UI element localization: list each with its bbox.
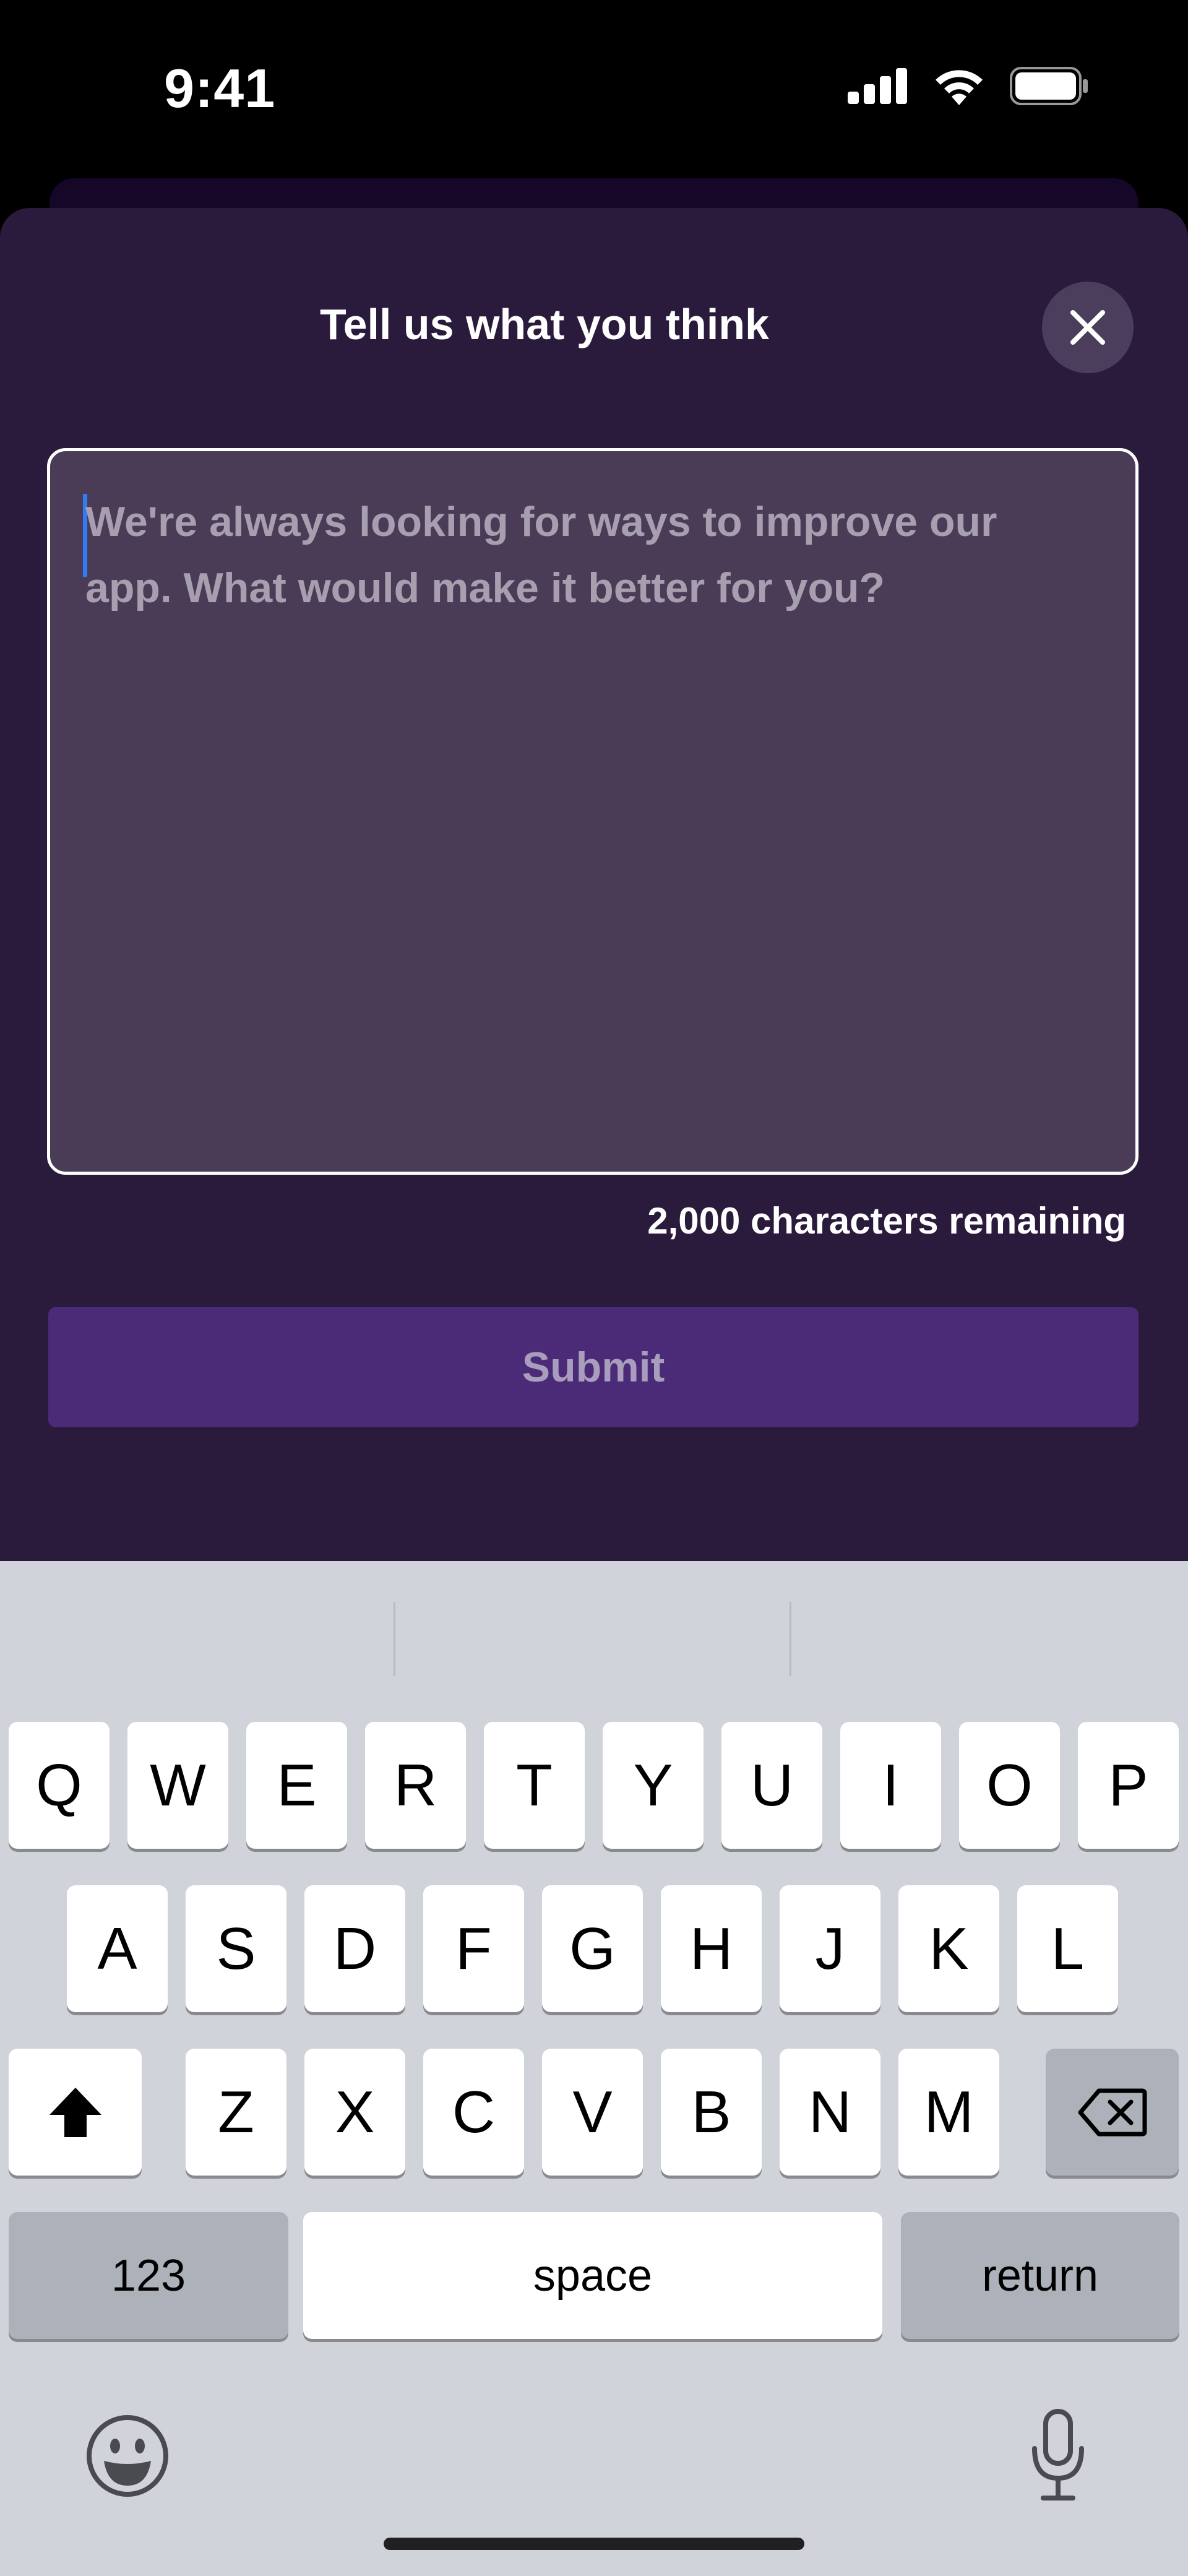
battery-icon	[1010, 67, 1088, 105]
submit-button[interactable]: Submit	[48, 1307, 1138, 1427]
key-j[interactable]: J	[780, 1885, 880, 2012]
sheet-title: Tell us what you think	[320, 300, 769, 348]
key-p[interactable]: P	[1078, 1722, 1179, 1849]
wifi-icon	[936, 70, 983, 105]
close-icon	[1070, 310, 1105, 345]
key-x[interactable]: X	[304, 2049, 405, 2176]
key-y[interactable]: Y	[603, 1722, 704, 1849]
numbers-key[interactable]: 123	[9, 2212, 288, 2339]
key-w[interactable]: W	[127, 1722, 228, 1849]
status-time: 9:41	[164, 58, 276, 119]
key-u[interactable]: U	[721, 1722, 822, 1849]
key-v[interactable]: V	[542, 2049, 643, 2176]
key-s[interactable]: S	[186, 1885, 286, 2012]
space-key[interactable]: space	[303, 2212, 882, 2339]
character-counter: 2,000 characters remaining	[647, 1200, 1126, 1242]
status-bar: 9:41	[0, 0, 1188, 179]
key-d[interactable]: D	[304, 1885, 405, 2012]
key-g[interactable]: G	[542, 1885, 643, 2012]
key-b[interactable]: B	[661, 2049, 762, 2176]
key-c[interactable]: C	[423, 2049, 524, 2176]
suggestion-divider	[790, 1602, 791, 1676]
suggestion-divider	[394, 1602, 395, 1676]
shift-key[interactable]	[9, 2049, 142, 2176]
home-indicator	[384, 2538, 804, 2550]
shift-icon	[49, 2087, 101, 2137]
microphone-icon[interactable]	[1027, 2409, 1089, 2502]
key-n[interactable]: N	[780, 2049, 880, 2176]
key-q[interactable]: Q	[9, 1722, 110, 1849]
key-t[interactable]: T	[484, 1722, 585, 1849]
key-l[interactable]: L	[1017, 1885, 1118, 2012]
key-k[interactable]: K	[898, 1885, 999, 2012]
key-m[interactable]: M	[898, 2049, 999, 2176]
key-i[interactable]: I	[840, 1722, 941, 1849]
feedback-placeholder: We're always looking for ways to improve…	[85, 498, 997, 612]
key-a[interactable]: A	[67, 1885, 168, 2012]
delete-key[interactable]	[1046, 2049, 1179, 2176]
key-z[interactable]: Z	[186, 2049, 286, 2176]
key-r[interactable]: R	[365, 1722, 466, 1849]
delete-icon	[1078, 2088, 1147, 2136]
key-o[interactable]: O	[959, 1722, 1060, 1849]
cellular-signal-icon	[848, 68, 907, 104]
key-h[interactable]: H	[661, 1885, 762, 2012]
return-key[interactable]: return	[901, 2212, 1179, 2339]
status-icons	[848, 67, 1089, 105]
close-button[interactable]	[1042, 282, 1134, 373]
emoji-icon[interactable]	[85, 2414, 170, 2498]
key-e[interactable]: E	[246, 1722, 347, 1849]
key-f[interactable]: F	[423, 1885, 524, 2012]
